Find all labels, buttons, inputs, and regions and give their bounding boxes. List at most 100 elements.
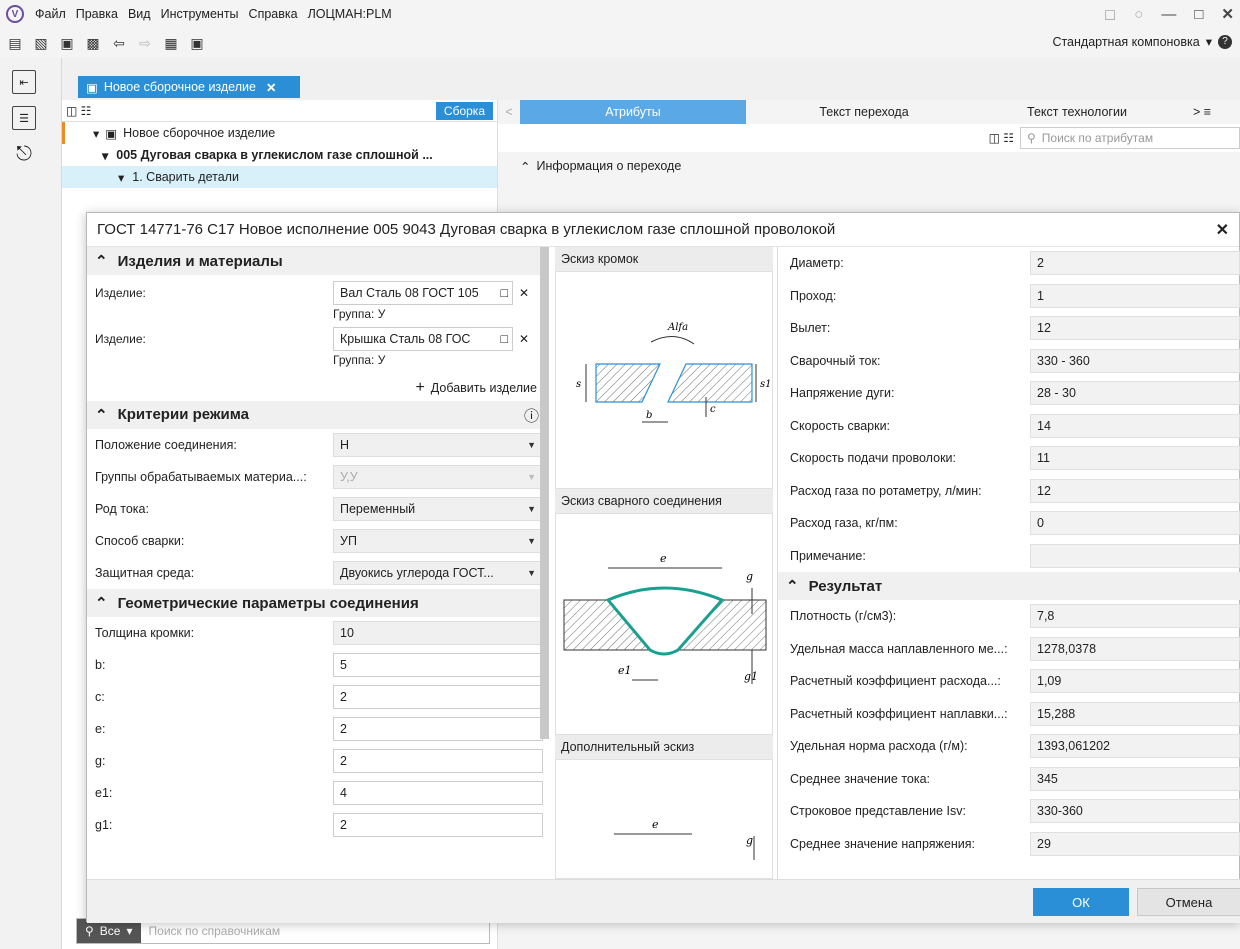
sketch-edges-title: Эскиз кромок bbox=[555, 247, 773, 271]
joint-position-select[interactable]: Н ▼ bbox=[333, 433, 543, 457]
menu-view[interactable]: Вид bbox=[123, 7, 156, 21]
material-groups-select[interactable]: У,У ▼ bbox=[333, 465, 543, 489]
note-field[interactable] bbox=[1030, 543, 1240, 568]
item-label: Изделие: bbox=[95, 332, 146, 346]
tree-tools-icon[interactable]: ◫ ☷ bbox=[66, 104, 91, 118]
save-all-icon[interactable]: ▩ bbox=[82, 32, 104, 54]
layout-selector[interactable]: Стандартная компоновка ▾ ? bbox=[1052, 34, 1232, 49]
menu-plm[interactable]: ЛОЦМАН:PLM bbox=[303, 7, 397, 21]
result-row: Расчетный коэффициент расхода...: 1,09 bbox=[778, 665, 1240, 698]
result-row: Расчетный коэффициент наплавки...: 15,288 bbox=[778, 698, 1240, 731]
menu-file[interactable]: Файл bbox=[30, 7, 71, 21]
close-icon[interactable]: ✕ bbox=[1221, 5, 1234, 23]
cancel-button[interactable]: Отмена bbox=[1137, 888, 1240, 916]
info-icon[interactable]: ⓘ bbox=[524, 405, 539, 426]
tab-close-icon[interactable]: ✕ bbox=[266, 80, 276, 95]
bookmark-icon[interactable]: ⎋ bbox=[12, 142, 36, 166]
param-b-input[interactable]: 5 bbox=[333, 653, 543, 677]
scrollbar[interactable] bbox=[540, 247, 549, 739]
criteria-row: Способ сварки: УП ▼ bbox=[87, 525, 545, 557]
param-row: Проход: 1 bbox=[778, 280, 1240, 313]
param-c-input[interactable]: 2 bbox=[333, 685, 543, 709]
tabs-right-icon[interactable]: > ≡ bbox=[1172, 100, 1232, 124]
current-type-select[interactable]: Переменный ▼ bbox=[333, 497, 543, 521]
document-icon[interactable]: □ bbox=[500, 286, 508, 300]
menu-help[interactable]: Справка bbox=[244, 7, 303, 21]
section-criteria[interactable]: ⌃ Критерии режима ⓘ bbox=[87, 401, 545, 429]
shielding-gas-select[interactable]: Двуокись углерода ГОСТ... ▼ bbox=[333, 561, 543, 585]
param-e-input[interactable]: 2 bbox=[333, 717, 543, 741]
param-g-input[interactable]: 2 bbox=[333, 749, 543, 773]
expand-icon[interactable]: ▾ bbox=[102, 148, 108, 163]
param-e1-input[interactable]: 4 bbox=[333, 781, 543, 805]
sketch-weld-title: Эскиз сварного соединения bbox=[555, 489, 773, 513]
menu-tools[interactable]: Инструменты bbox=[156, 7, 244, 21]
sketch-extra-title: Дополнительный эскиз bbox=[555, 735, 773, 759]
svg-text:e1: e1 bbox=[618, 664, 632, 677]
select-value: Двуокись углерода ГОСТ... bbox=[340, 566, 494, 580]
item-field[interactable]: Вал Сталь 08 ГОСТ 105 □ bbox=[333, 281, 513, 305]
assembly-button[interactable]: Сборка bbox=[435, 101, 493, 120]
search-placeholder: Поиск по атрибутам bbox=[1041, 131, 1154, 145]
remove-item-icon[interactable]: ✕ bbox=[519, 286, 529, 300]
window-controls: ◻ ○ — □ ✕ bbox=[1104, 0, 1240, 28]
panels-icon[interactable]: ⇤ bbox=[12, 70, 36, 94]
geom-row: Толщина кромки: 10 bbox=[87, 617, 545, 649]
result-row: Среднее значение напряжения: 29 bbox=[778, 828, 1240, 861]
user-icon[interactable]: ◻ bbox=[1104, 5, 1116, 23]
param-row: Диаметр: 2 bbox=[778, 247, 1240, 280]
attribute-search-input[interactable]: ⚲ Поиск по атрибутам bbox=[1020, 127, 1240, 149]
item-field[interactable]: Крышка Сталь 08 ГОС □ bbox=[333, 327, 513, 351]
assembly-icon: ▣ bbox=[86, 80, 98, 95]
dialog-close-icon[interactable]: ✕ bbox=[1216, 220, 1229, 240]
criteria-label: Род тока: bbox=[95, 502, 149, 516]
undo-icon[interactable]: ⇦ bbox=[108, 32, 130, 54]
transition-info-section[interactable]: ⌃ Информация о переходе bbox=[498, 152, 1240, 180]
criteria-row: Положение соединения: Н ▼ bbox=[87, 429, 545, 461]
menu-edit[interactable]: Правка bbox=[71, 7, 123, 21]
tab-technology-text[interactable]: Текст технологии bbox=[982, 100, 1172, 124]
section-geometry[interactable]: ⌃ Геометрические параметры соединения bbox=[87, 589, 545, 617]
remove-item-icon[interactable]: ✕ bbox=[519, 332, 529, 346]
tab-attributes[interactable]: Атрибуты bbox=[520, 100, 746, 124]
tree-item-operation[interactable]: ▾ 005 Дуговая сварка в углекислом газе с… bbox=[62, 144, 497, 166]
section-result[interactable]: ⌃ Результат bbox=[778, 572, 1240, 600]
result-row: Строковое представление Isv: 330-360 bbox=[778, 795, 1240, 828]
tab-document[interactable]: ▣ Новое сборочное изделие ✕ bbox=[78, 76, 300, 98]
tree-item-step[interactable]: ▾ 1. Сварить детали bbox=[62, 166, 497, 188]
chevron-up-icon: ⌃ bbox=[95, 595, 108, 612]
result-row: Плотность (г/см3): 7,8 bbox=[778, 600, 1240, 633]
add-item-button[interactable]: + Добавить изделие bbox=[87, 375, 545, 401]
minimize-icon[interactable]: — bbox=[1161, 6, 1176, 23]
expand-icon[interactable]: ▾ bbox=[118, 170, 124, 185]
section-title: Геометрические параметры соединения bbox=[117, 594, 419, 612]
layout-label: Стандартная компоновка bbox=[1052, 34, 1200, 49]
reference-search-input[interactable]: Поиск по справочникам bbox=[141, 924, 281, 938]
criteria-label: Защитная среда: bbox=[95, 566, 195, 580]
document-icon[interactable]: □ bbox=[500, 332, 508, 346]
param-g1-input[interactable]: 2 bbox=[333, 813, 543, 837]
search-scope-label: Все bbox=[99, 924, 121, 938]
checklist-icon[interactable]: ☰ bbox=[12, 106, 36, 130]
tree-item-root[interactable]: ▾ ▣ Новое сборочное изделие bbox=[62, 122, 497, 144]
tabs-left-icon[interactable]: < bbox=[498, 100, 520, 124]
help-icon[interactable]: ? bbox=[1218, 34, 1232, 49]
image-icon[interactable]: ▦ bbox=[160, 32, 182, 54]
ok-button[interactable]: ОК bbox=[1033, 888, 1129, 916]
maximize-icon[interactable]: □ bbox=[1194, 6, 1203, 23]
tab-transition-text[interactable]: Текст перехода bbox=[746, 100, 982, 124]
item-value: Крышка Сталь 08 ГОС bbox=[340, 332, 471, 346]
section-items-materials[interactable]: ⌃ Изделия и материалы bbox=[87, 247, 545, 275]
open-folder-icon[interactable]: ▧ bbox=[30, 32, 52, 54]
save-icon[interactable]: ▣ bbox=[56, 32, 78, 54]
bell-icon[interactable]: ○ bbox=[1134, 6, 1143, 23]
new-doc-icon[interactable]: ▤ bbox=[4, 32, 26, 54]
search-icon: ⚲ bbox=[1027, 131, 1036, 145]
redo-icon[interactable]: ⇨ bbox=[134, 32, 156, 54]
window-icon[interactable]: ▣ bbox=[186, 32, 208, 54]
tree-tools-icon[interactable]: ◫ ☷ bbox=[989, 131, 1014, 145]
welding-speed-field: 14 bbox=[1030, 413, 1240, 438]
welding-method-select[interactable]: УП ▼ bbox=[333, 529, 543, 553]
expand-icon[interactable]: ▾ bbox=[93, 126, 99, 141]
geom-row: g: 2 bbox=[87, 745, 545, 777]
